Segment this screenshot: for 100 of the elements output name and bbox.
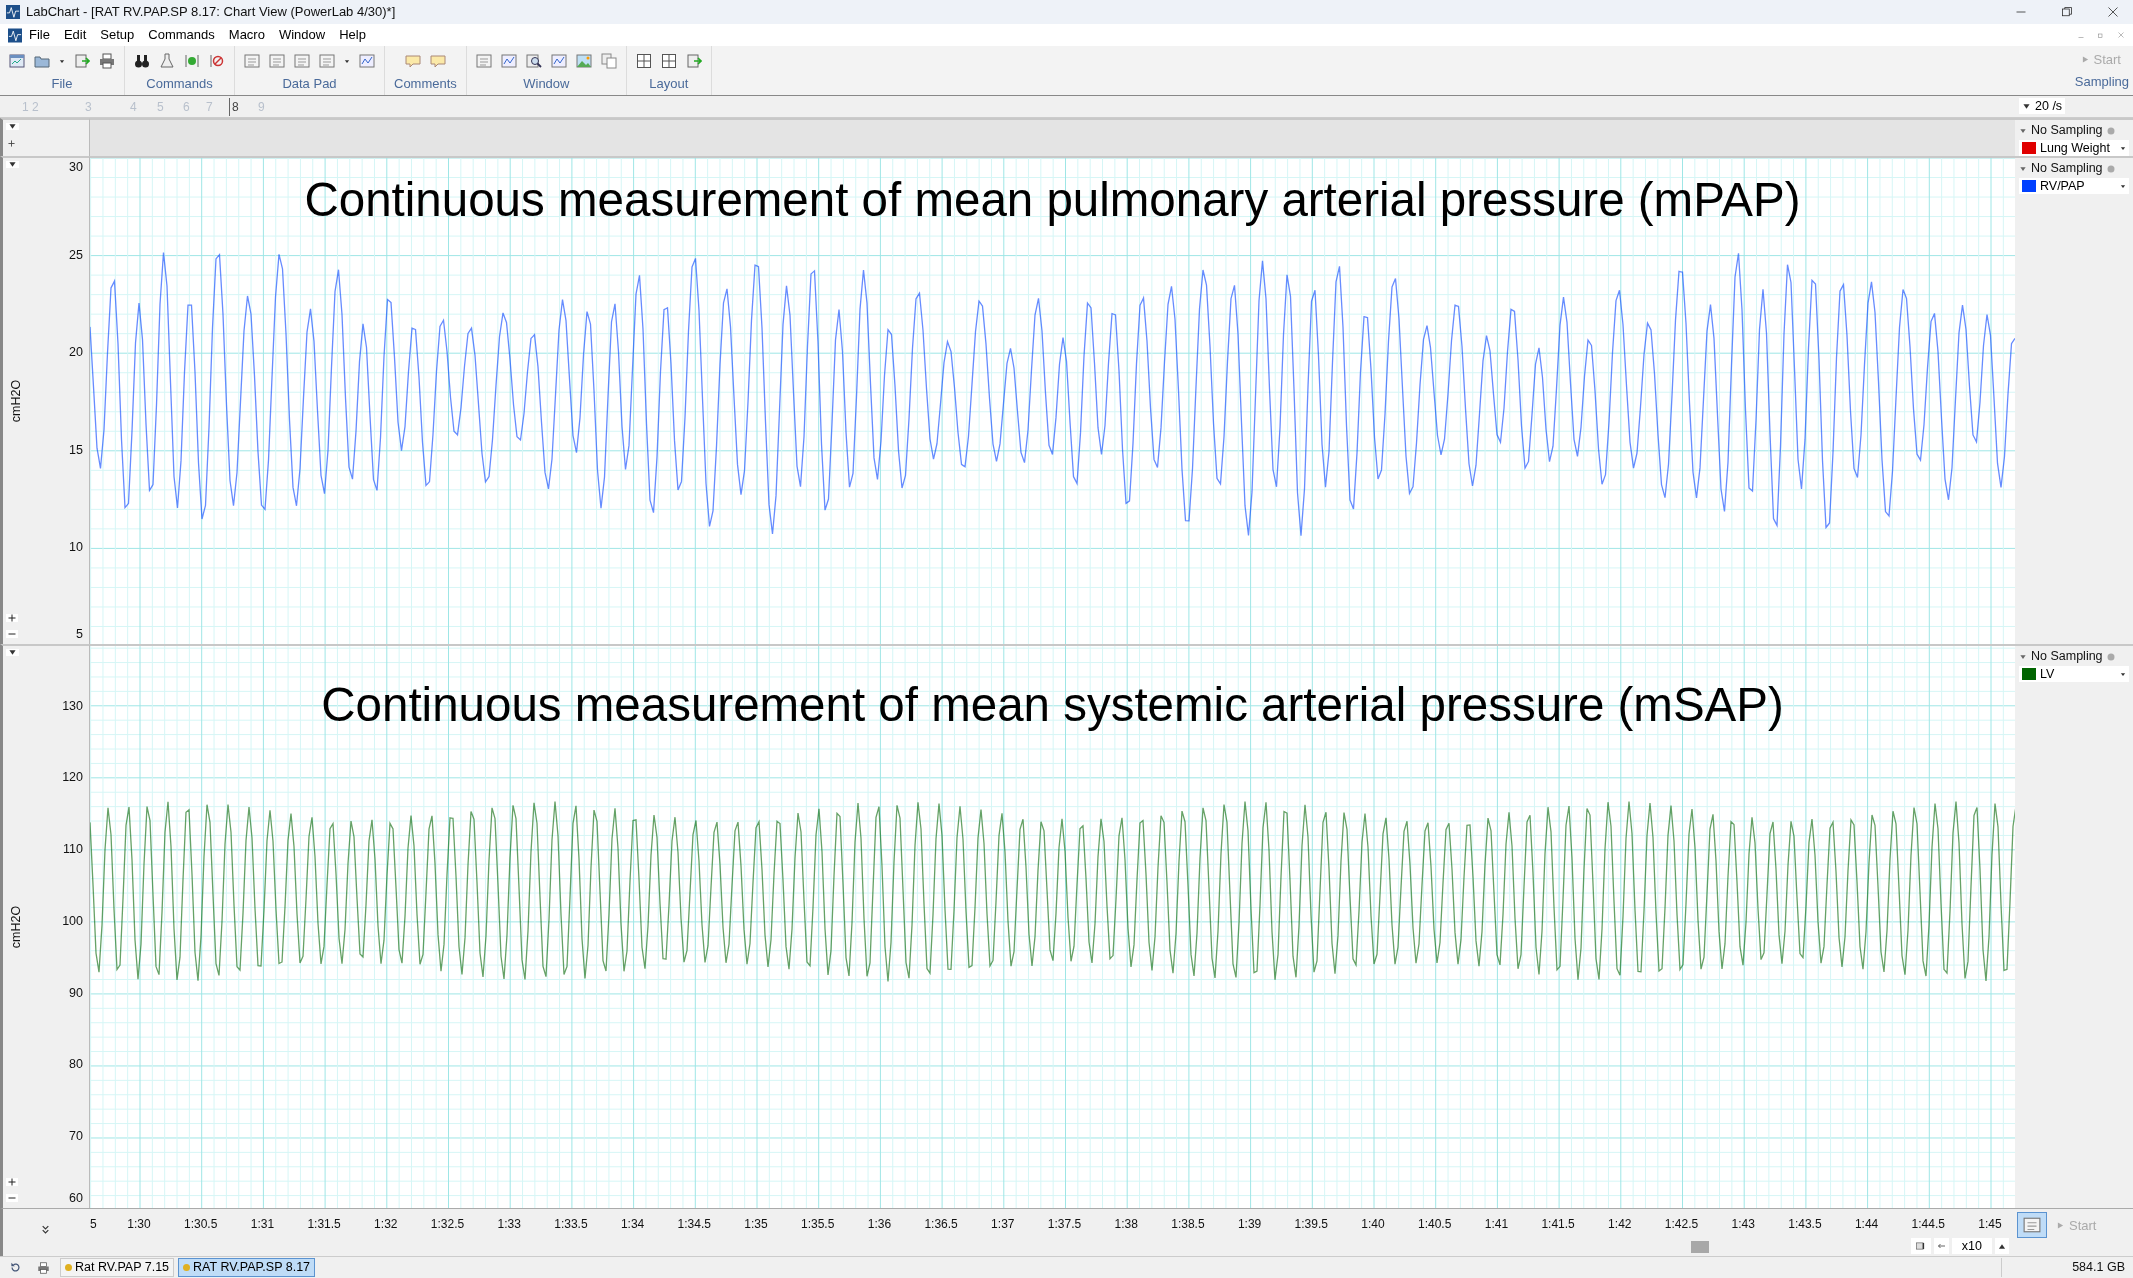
scale-up-button[interactable] bbox=[6, 1178, 18, 1186]
group-label: Sampling bbox=[2074, 73, 2129, 90]
time-tick-label: 1:42 bbox=[1608, 1216, 1632, 1233]
scrollbar-thumb[interactable] bbox=[1691, 1241, 1710, 1253]
rate-dropdown[interactable]: 20 /s bbox=[2019, 98, 2066, 114]
arrow-icon bbox=[1936, 1242, 1946, 1250]
binoculars-icon[interactable] bbox=[134, 53, 150, 69]
time-tick-label: 1:41 bbox=[1484, 1216, 1509, 1233]
time-tick-label: 1:37.5 bbox=[1047, 1216, 1082, 1233]
time-tick-label: 1:35.5 bbox=[801, 1216, 835, 1233]
grid-icon[interactable] bbox=[660, 53, 677, 69]
export-icon[interactable] bbox=[685, 53, 702, 69]
zoom-dropdown[interactable]: x10 bbox=[1951, 1238, 1992, 1254]
printer-icon[interactable] bbox=[99, 53, 115, 69]
dropdown-arrow-icon bbox=[8, 123, 17, 130]
time-tick-label: 1:36 bbox=[867, 1216, 892, 1233]
axis-tick-label: 120 bbox=[62, 768, 83, 786]
info-icon[interactable] bbox=[2106, 126, 2115, 135]
menu-item[interactable]: Help bbox=[332, 25, 373, 45]
document-tab[interactable]: Rat RV.PAP 7.15 bbox=[60, 1258, 175, 1277]
app-logo-icon bbox=[8, 27, 22, 43]
grid-icon[interactable] bbox=[635, 53, 652, 69]
window-icon[interactable] bbox=[9, 53, 25, 69]
split-icon[interactable] bbox=[41, 1225, 50, 1235]
view-button[interactable] bbox=[2017, 1212, 2047, 1238]
time-tick-label: 1:44 bbox=[1854, 1216, 1879, 1233]
dropdown-button[interactable] bbox=[6, 161, 19, 168]
time-tick-label: 1:35 bbox=[744, 1216, 768, 1233]
axis-tick-label: 100 bbox=[62, 912, 83, 930]
time-tick-label: 1:31 bbox=[250, 1216, 275, 1233]
app-logo-icon bbox=[6, 5, 20, 19]
channel-dropdown[interactable]: RV/PAP bbox=[2019, 178, 2129, 194]
scale-down-button[interactable] bbox=[6, 1194, 18, 1202]
time-tick-label: 1:38 bbox=[1114, 1216, 1138, 1233]
time-tick-label: 5 bbox=[90, 1216, 97, 1233]
panel-icon[interactable] bbox=[294, 53, 310, 69]
info-icon[interactable] bbox=[2106, 652, 2115, 661]
play-icon bbox=[2081, 55, 2089, 65]
chart-icon[interactable] bbox=[550, 53, 567, 69]
status-dot-icon bbox=[65, 1264, 72, 1271]
time-tick-label: 1:42.5 bbox=[1664, 1216, 1699, 1233]
menu-item[interactable]: Window bbox=[271, 25, 333, 45]
marker-off-icon[interactable] bbox=[209, 53, 225, 69]
time-tick-label: 1:30.5 bbox=[184, 1216, 218, 1233]
fit-button[interactable] bbox=[1910, 1238, 1931, 1254]
menu-item[interactable]: File bbox=[22, 25, 57, 45]
axis-tick-label: 20 bbox=[69, 344, 83, 361]
dropdown-arrow-icon[interactable] bbox=[2019, 127, 2027, 134]
zoom-in-button[interactable] bbox=[1995, 1238, 2009, 1254]
marker-icon[interactable] bbox=[184, 53, 200, 69]
channel-dropdown[interactable]: LV bbox=[2019, 666, 2129, 682]
panel-icon[interactable] bbox=[475, 53, 492, 69]
minus-icon bbox=[8, 630, 16, 638]
chart-icon[interactable] bbox=[500, 53, 517, 69]
axis-tick-label: 90 bbox=[69, 984, 83, 1002]
note-icon[interactable] bbox=[429, 53, 446, 69]
close-icon[interactable] bbox=[2107, 6, 2119, 18]
panel-icon[interactable] bbox=[319, 53, 335, 69]
menu-item[interactable]: Edit bbox=[56, 25, 94, 45]
group-label: Data Pad bbox=[282, 76, 337, 92]
dropdown-button[interactable] bbox=[6, 123, 19, 130]
caret-icon[interactable] bbox=[344, 58, 350, 64]
menu-item[interactable]: Commands bbox=[141, 25, 222, 45]
group-label: Layout bbox=[649, 76, 689, 92]
scale-down-button[interactable] bbox=[6, 630, 18, 638]
expand-button[interactable] bbox=[6, 140, 17, 147]
chart-icon[interactable] bbox=[359, 53, 375, 69]
dropdown-arrow-icon bbox=[8, 649, 17, 656]
time-tick-label: 1:40 bbox=[1361, 1216, 1385, 1233]
channel-dropdown[interactable]: Lung Weight bbox=[2019, 140, 2129, 156]
group-label: Window bbox=[523, 76, 570, 92]
image-icon[interactable] bbox=[575, 53, 592, 69]
axis-tick-label: 25 bbox=[69, 246, 83, 264]
dropdown-arrow-icon[interactable] bbox=[2019, 653, 2027, 660]
scale-up-button[interactable] bbox=[6, 614, 18, 622]
time-tick-label: 1:32 bbox=[374, 1216, 398, 1233]
printer-icon bbox=[37, 1261, 50, 1274]
info-icon[interactable] bbox=[2106, 164, 2115, 173]
document-tab[interactable]: RAT RV.PAP.SP 8.17 bbox=[178, 1258, 316, 1277]
restore-icon[interactable] bbox=[2061, 6, 2073, 18]
search-icon[interactable] bbox=[525, 53, 542, 69]
panel-icon[interactable] bbox=[269, 53, 285, 69]
export-icon[interactable] bbox=[74, 53, 90, 69]
disk-space-label: 584.1 GB bbox=[2001, 1258, 2133, 1277]
time-tick-label: 1:45 bbox=[1978, 1216, 2002, 1233]
menu-item[interactable]: Macro bbox=[221, 25, 272, 45]
zoom-out-button[interactable] bbox=[1933, 1238, 1949, 1254]
dropdown-button[interactable] bbox=[6, 649, 19, 656]
flask-icon[interactable] bbox=[159, 53, 175, 69]
panel-icon[interactable] bbox=[244, 53, 260, 69]
copy-icon[interactable] bbox=[600, 53, 617, 69]
caret-icon[interactable] bbox=[59, 58, 65, 64]
menu-item[interactable]: Setup bbox=[93, 25, 142, 45]
folder-icon[interactable] bbox=[34, 53, 50, 69]
dropdown-arrow-icon[interactable] bbox=[2019, 165, 2027, 172]
chart-title: Continuous measurement of mean pulmonary arterial pressure (mPAP) bbox=[304, 174, 1801, 226]
plus-icon bbox=[8, 140, 15, 147]
note-icon[interactable] bbox=[404, 53, 421, 69]
axis-tick-label: 30 bbox=[69, 159, 83, 176]
time-tick-label: 1:43.5 bbox=[1788, 1216, 1822, 1233]
